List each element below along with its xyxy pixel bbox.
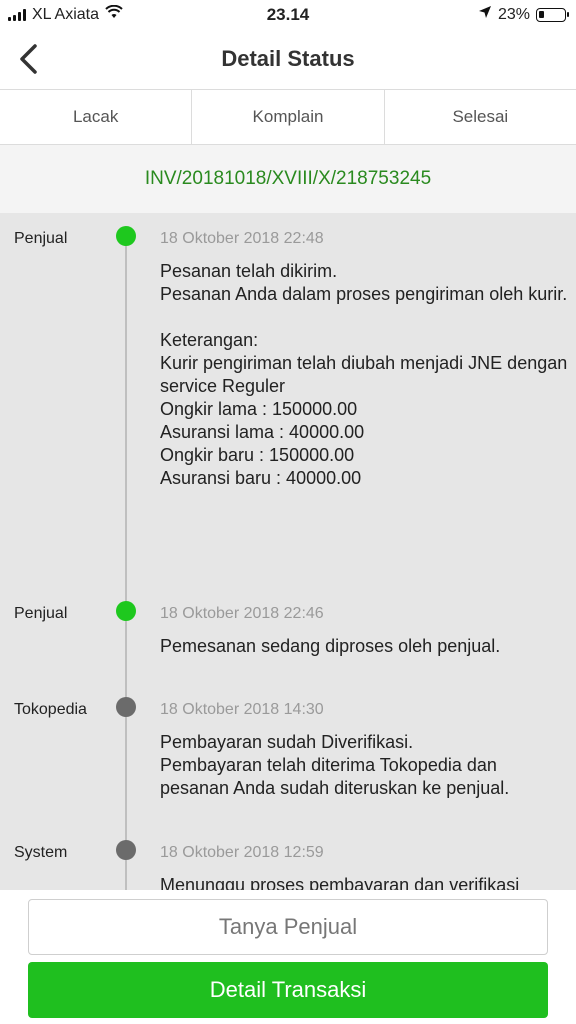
- timeline-timestamp: 18 Oktober 2018 22:48: [160, 230, 324, 247]
- tab-selesai[interactable]: Selesai: [383, 90, 576, 144]
- timeline-actor: System: [14, 844, 68, 861]
- tab-bar: Lacak Komplain Selesai: [0, 89, 576, 145]
- timeline-message: Pemesanan sedang diproses oleh penjual.: [160, 636, 501, 656]
- status-timeline[interactable]: Penjual 18 Oktober 2018 22:48 Pesanan te…: [0, 213, 576, 890]
- timeline-actor: Tokopedia: [14, 701, 87, 718]
- timeline-actor: Penjual: [14, 230, 68, 247]
- timeline-message: Menunggu proses pembayaran dan verifikas…: [160, 875, 520, 890]
- status-dot-icon: [116, 226, 136, 246]
- battery-percent: 23%: [497, 5, 530, 23]
- timeline-message: Pesanan telah dikirim. Pesanan Anda dala…: [160, 261, 568, 488]
- tab-lacak[interactable]: Lacak: [0, 90, 191, 144]
- timeline-actor: Penjual: [14, 605, 68, 622]
- status-dot-icon: [116, 697, 136, 717]
- battery-icon: [536, 7, 569, 22]
- timeline-timestamp: 18 Oktober 2018 22:46: [160, 605, 324, 622]
- location-arrow-icon: [478, 5, 492, 24]
- battery-level: [539, 10, 544, 18]
- page-title: Detail Status: [221, 46, 355, 71]
- tab-komplain[interactable]: Komplain: [191, 90, 383, 144]
- status-bar: XL Axiata 23.14 23%: [0, 0, 576, 30]
- footer-actions: Tanya Penjual Detail Transaksi: [0, 890, 576, 1024]
- status-dot-icon: [116, 601, 136, 621]
- status-dot-icon: [116, 840, 136, 860]
- invoice-number[interactable]: INV/20181018/XVIII/X/218753245: [0, 145, 576, 213]
- transaction-detail-button[interactable]: Detail Transaksi: [28, 962, 548, 1018]
- timeline-timestamp: 18 Oktober 2018 12:59: [160, 844, 324, 861]
- timeline-message: Pembayaran sudah Diverifikasi. Pembayara…: [160, 732, 510, 798]
- timeline-timestamp: 18 Oktober 2018 14:30: [160, 701, 324, 718]
- app-header: Detail Status: [0, 30, 576, 88]
- timeline-line: [125, 239, 127, 890]
- status-bar-right: 23%: [478, 5, 569, 24]
- ask-seller-button[interactable]: Tanya Penjual: [28, 899, 548, 955]
